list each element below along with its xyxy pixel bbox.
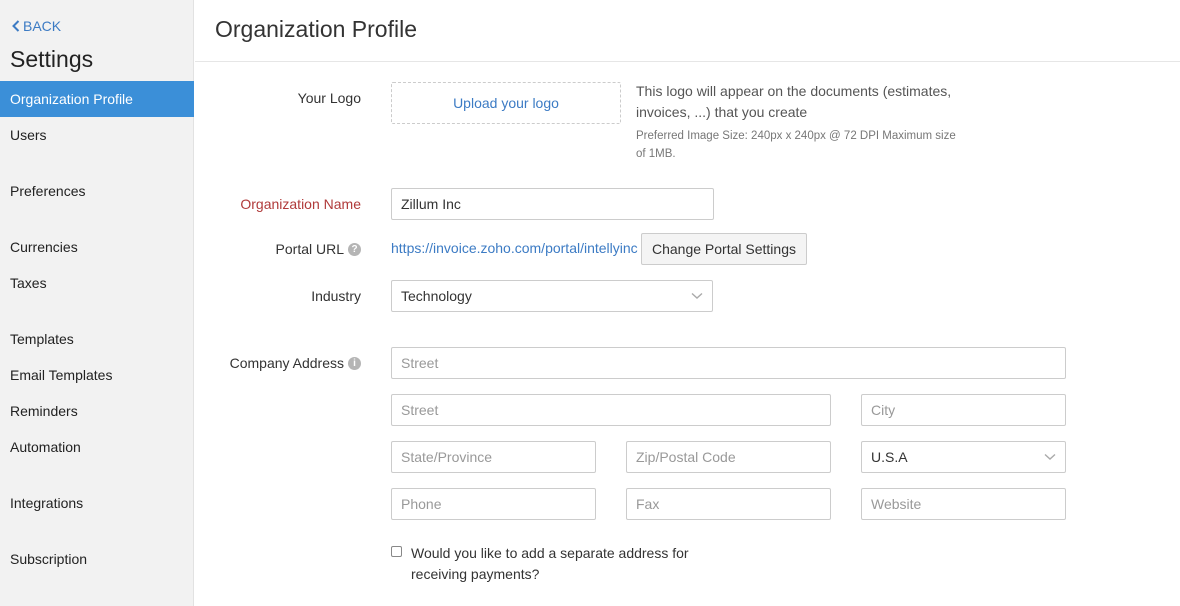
upload-logo-label: Upload your logo [453,95,559,111]
chevron-left-icon [12,20,20,32]
sidebar-item-label: Automation [10,439,81,455]
page-title: Organization Profile [215,16,417,42]
sidebar-item-subscription[interactable]: Subscription [0,541,194,577]
street-input-2[interactable] [391,394,831,426]
sidebar-item-label: Subscription [10,551,88,567]
settings-sidebar: BACK Settings Organization Profile Users… [0,0,194,606]
chevron-down-icon [1044,453,1056,460]
sidebar-item-automation[interactable]: Automation [0,429,194,465]
industry-label: Industry [311,288,361,304]
country-select[interactable]: U.S.A [861,441,1066,473]
back-link[interactable]: BACK [12,18,61,34]
organization-name-label: Organization Name [240,196,361,212]
industry-value: Technology [401,288,472,304]
sidebar-item-currencies[interactable]: Currencies [0,229,194,265]
info-circle-icon[interactable]: i [348,356,361,370]
company-address-label: Company Address i [230,355,361,371]
main-content: Organization Profile Your Logo Upload yo… [195,0,1180,606]
header-divider [195,61,1180,62]
sidebar-item-label: Templates [10,331,74,347]
sidebar-item-label: Preferences [10,183,86,199]
sidebar-item-integrations[interactable]: Integrations [0,485,194,521]
sidebar-item-label: Organization Profile [10,91,133,107]
back-label: BACK [23,18,62,34]
logo-description: This logo will appear on the documents (… [636,83,952,120]
logo-label: Your Logo [297,90,361,106]
phone-input[interactable] [391,488,596,520]
street-input-1[interactable] [391,347,1066,379]
sidebar-title: Settings [10,46,94,72]
chevron-down-icon [691,292,703,299]
zip-input[interactable] [626,441,831,473]
sidebar-item-label: Integrations [10,495,84,511]
sidebar-item-label: Email Templates [10,367,113,383]
sidebar-item-label: Currencies [10,239,78,255]
portal-url-label: Portal URL ? [276,241,361,257]
sidebar-item-label: Taxes [10,275,47,291]
payment-address-checkbox[interactable] [391,546,402,557]
sidebar-item-reminders[interactable]: Reminders [0,393,194,429]
sidebar-item-taxes[interactable]: Taxes [0,265,194,301]
sidebar-item-templates[interactable]: Templates [0,321,194,357]
fax-input[interactable] [626,488,831,520]
change-portal-settings-button[interactable]: Change Portal Settings [641,233,807,265]
industry-select[interactable]: Technology [391,280,713,312]
logo-size-hint: Preferred Image Size: 240px x 240px @ 72… [636,130,956,160]
upload-logo-button[interactable]: Upload your logo [391,82,621,124]
country-value: U.S.A [871,449,908,465]
portal-url-link[interactable]: https://invoice.zoho.com/portal/intellyi… [391,240,638,256]
sidebar-item-users[interactable]: Users [0,117,194,153]
sidebar-item-organization-profile[interactable]: Organization Profile [0,81,194,117]
sidebar-item-email-templates[interactable]: Email Templates [0,357,194,393]
sidebar-item-label: Users [10,127,47,143]
organization-name-input[interactable] [391,188,714,220]
state-input[interactable] [391,441,596,473]
question-circle-icon[interactable]: ? [348,242,361,256]
city-input[interactable] [861,394,1066,426]
sidebar-item-preferences[interactable]: Preferences [0,173,194,209]
payment-address-label[interactable]: Would you like to add a separate address… [411,543,711,585]
sidebar-item-label: Reminders [10,403,78,419]
payment-address-option: Would you like to add a separate address… [391,543,711,585]
website-input[interactable] [861,488,1066,520]
